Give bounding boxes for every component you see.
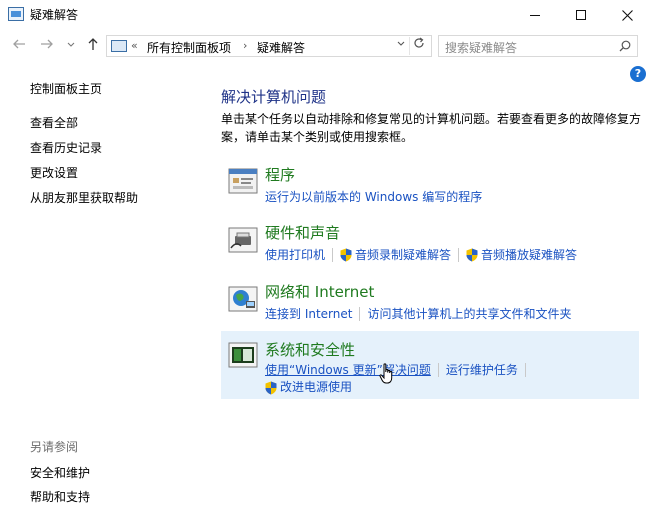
maximize-button[interactable]	[558, 0, 604, 30]
sidebar-item-get-help-from-friend[interactable]: 从朋友那里获取帮助	[30, 189, 138, 206]
category-links-hardware-sound: 使用打印机 音频录制疑难解答 音频播放疑难解答	[265, 246, 577, 263]
refresh-button[interactable]	[409, 37, 427, 55]
system-security-icon	[228, 342, 258, 368]
sidebar-item-help-support[interactable]: 帮助和支持	[30, 488, 90, 505]
uac-shield-icon	[265, 381, 277, 394]
see-also-heading: 另请参阅	[30, 440, 79, 454]
uac-shield-icon	[466, 248, 478, 261]
forward-button[interactable]	[38, 37, 56, 55]
window-title: 疑难解答	[30, 8, 79, 22]
link-audio-playback-troubleshooter[interactable]: 音频播放疑难解答	[481, 246, 577, 263]
category-title-hardware-sound[interactable]: 硬件和声音	[265, 222, 340, 243]
chevron-down-icon	[67, 42, 75, 47]
search-icon[interactable]	[619, 40, 631, 52]
control-panel-app-icon	[8, 7, 24, 21]
address-bar[interactable]: « 所有控制面板项 › 疑难解答	[106, 35, 432, 57]
link-separator	[437, 362, 439, 377]
left-pane: 控制面板主页 查看全部 查看历史记录 更改设置 从朋友那里获取帮助 另请参阅 安…	[0, 62, 210, 505]
hardware-sound-icon	[228, 227, 258, 253]
minimize-icon	[530, 14, 540, 16]
sidebar-item-change-settings[interactable]: 更改设置	[30, 164, 78, 181]
category-programs: 程序 运行为以前版本的 Windows 编写的程序	[221, 162, 639, 220]
search-placeholder: 搜索疑难解答	[445, 41, 518, 55]
breadcrumb-troubleshooting[interactable]: 疑难解答	[257, 39, 305, 56]
page-title: 解决计算机问题	[221, 88, 327, 106]
page-description: 单击某个任务以自动排除和修复常见的计算机问题。若要查看更多的故障修复方案，请单击…	[221, 112, 642, 144]
programs-icon	[228, 168, 258, 194]
category-title-system-security[interactable]: 系统和安全性	[265, 339, 355, 360]
breadcrumb-overflow[interactable]: «	[131, 39, 138, 52]
link-separator	[359, 306, 361, 321]
address-history-dropdown[interactable]	[397, 40, 405, 50]
link-run-maintenance-tasks[interactable]: 运行维护任务	[446, 361, 518, 378]
link-connect-to-internet[interactable]: 连接到 Internet	[265, 305, 352, 322]
category-hardware-sound: 硬件和声音 使用打印机 音频录制疑难解答 音频播放疑难解答	[221, 220, 639, 278]
title-bar: 疑难解答	[0, 0, 650, 30]
close-icon	[621, 9, 633, 21]
network-icon	[228, 286, 258, 312]
up-arrow-icon	[88, 38, 98, 50]
category-links-system-security: 使用“Windows 更新”解决问题 运行维护任务	[265, 361, 533, 378]
link-shared-files-folders[interactable]: 访问其他计算机上的共享文件和文件夹	[367, 305, 571, 322]
breadcrumb-separator[interactable]: ›	[243, 39, 247, 52]
link-run-legacy-programs[interactable]: 运行为以前版本的 Windows 编写的程序	[265, 188, 482, 205]
chevron-down-icon	[397, 41, 405, 46]
link-separator	[524, 362, 526, 377]
category-network-internet: 网络和 Internet 连接到 Internet 访问其他计算机上的共享文件和文…	[221, 279, 639, 337]
minimize-button[interactable]	[512, 0, 558, 30]
link-audio-recording-troubleshooter[interactable]: 音频录制疑难解答	[355, 246, 451, 263]
back-arrow-icon	[13, 39, 25, 49]
troubleshooting-window: 疑难解答 « 所有控制面板项 › 疑难解答 搜索疑难解答 ? 控制面板主页 查看…	[0, 0, 650, 505]
sidebar-item-security-maintenance[interactable]: 安全和维护	[30, 464, 90, 481]
sidebar-item-view-all[interactable]: 查看全部	[30, 114, 78, 131]
category-links-system-security-line2: 改进电源使用	[265, 378, 352, 395]
recent-locations-button[interactable]	[62, 37, 80, 55]
forward-arrow-icon	[41, 39, 53, 49]
link-use-printer[interactable]: 使用打印机	[265, 246, 325, 263]
sidebar-item-control-panel-home[interactable]: 控制面板主页	[30, 80, 102, 97]
category-links-programs: 运行为以前版本的 Windows 编写的程序	[265, 188, 482, 205]
help-icon[interactable]: ?	[630, 66, 646, 82]
category-title-programs[interactable]: 程序	[265, 164, 295, 185]
link-windows-update-troubleshooter[interactable]: 使用“Windows 更新”解决问题	[265, 361, 431, 378]
link-separator	[458, 247, 460, 262]
breadcrumb-all-items[interactable]: 所有控制面板项	[147, 39, 231, 56]
category-links-network-internet: 连接到 Internet 访问其他计算机上的共享文件和文件夹	[265, 305, 571, 322]
back-button[interactable]	[10, 37, 28, 55]
control-panel-icon	[111, 40, 127, 52]
navigation-bar: « 所有控制面板项 › 疑难解答 搜索疑难解答	[0, 30, 650, 62]
up-button[interactable]	[84, 37, 102, 55]
search-input[interactable]: 搜索疑难解答	[438, 35, 638, 57]
sidebar-item-view-history[interactable]: 查看历史记录	[30, 139, 102, 156]
link-improve-power-usage[interactable]: 改进电源使用	[280, 380, 352, 394]
hand-cursor-icon	[379, 363, 393, 384]
uac-shield-icon	[340, 248, 352, 261]
close-button[interactable]	[604, 0, 650, 30]
link-separator	[332, 247, 334, 262]
refresh-icon	[413, 37, 424, 48]
maximize-icon	[576, 10, 586, 20]
category-system-security: 系统和安全性 使用“Windows 更新”解决问题 运行维护任务 改进电源使用	[221, 331, 639, 399]
category-title-network-internet[interactable]: 网络和 Internet	[265, 281, 374, 302]
